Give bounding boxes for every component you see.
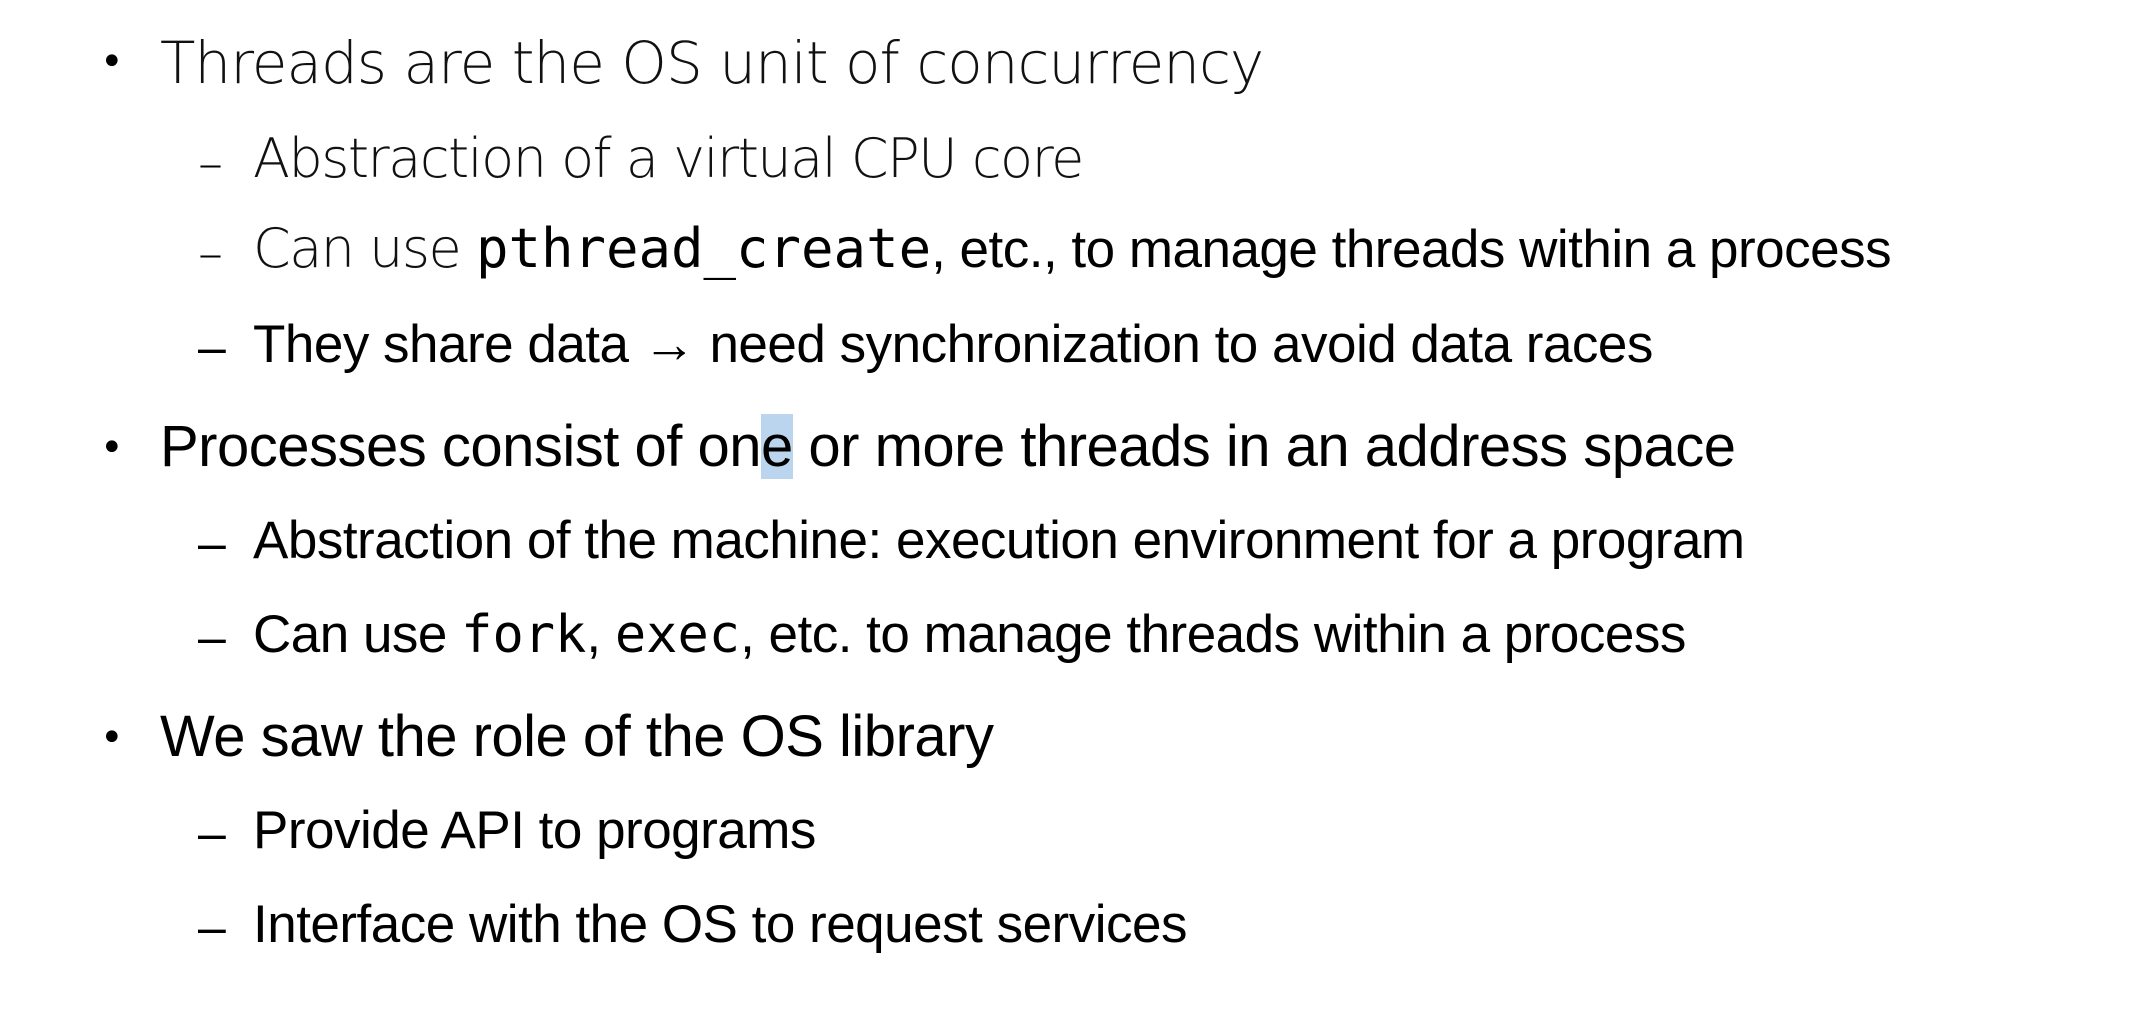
bullet-2-text: Processes consist of one or more threads… [160,414,1736,479]
bullet-2-text-a: Processes consist of on [160,414,762,479]
bullet-1-sub-3: They share data → need synchronization t… [253,315,1653,374]
code-exec: exec [614,605,741,665]
sub-prefix: Can use [253,605,462,664]
dash-icon: – [198,805,226,861]
bullet-1-text: Threads are the OS unit of concurrency [160,29,1264,97]
dash-icon: – [198,899,226,955]
bullet-3-text: We saw the role of the OS library [160,704,994,769]
sub-mid: , [586,605,615,664]
bullet-icon: • [100,39,124,85]
dash-icon: – [198,319,226,375]
bullet-1-sub-2: Can use pthread_create, etc., to manage … [253,220,1892,279]
dash-icon: – [198,609,226,665]
dash-icon: – [198,224,223,282]
code-fork: fork [461,605,587,665]
text-selection[interactable]: e [761,414,793,479]
bullet-2-sub-2: Can use fork, exec, etc. to manage threa… [253,608,1686,661]
dash-icon: – [198,515,226,571]
bullet-2-sub-1: Abstraction of the machine: execution en… [253,511,1745,570]
bullet-3-sub-1: Provide API to programs [253,801,816,860]
bullet-icon: • [100,715,124,761]
sub-2-prefix: Can use [253,217,476,280]
bullet-icon: • [100,425,124,471]
bullet-2-text-b: or more threads in an address space [792,414,1736,479]
bullet-3-sub-2: Interface with the OS to request service… [253,895,1187,954]
code-pthread-create: pthread_create [475,217,932,280]
dash-icon: – [198,134,223,192]
sub-2-suffix: , etc., to manage threads within a proce… [931,220,1892,279]
sub-suffix: , etc. to manage threads within a proces… [740,605,1686,664]
bullet-1-sub-1: Abstraction of a virtual CPU core [253,127,1084,190]
